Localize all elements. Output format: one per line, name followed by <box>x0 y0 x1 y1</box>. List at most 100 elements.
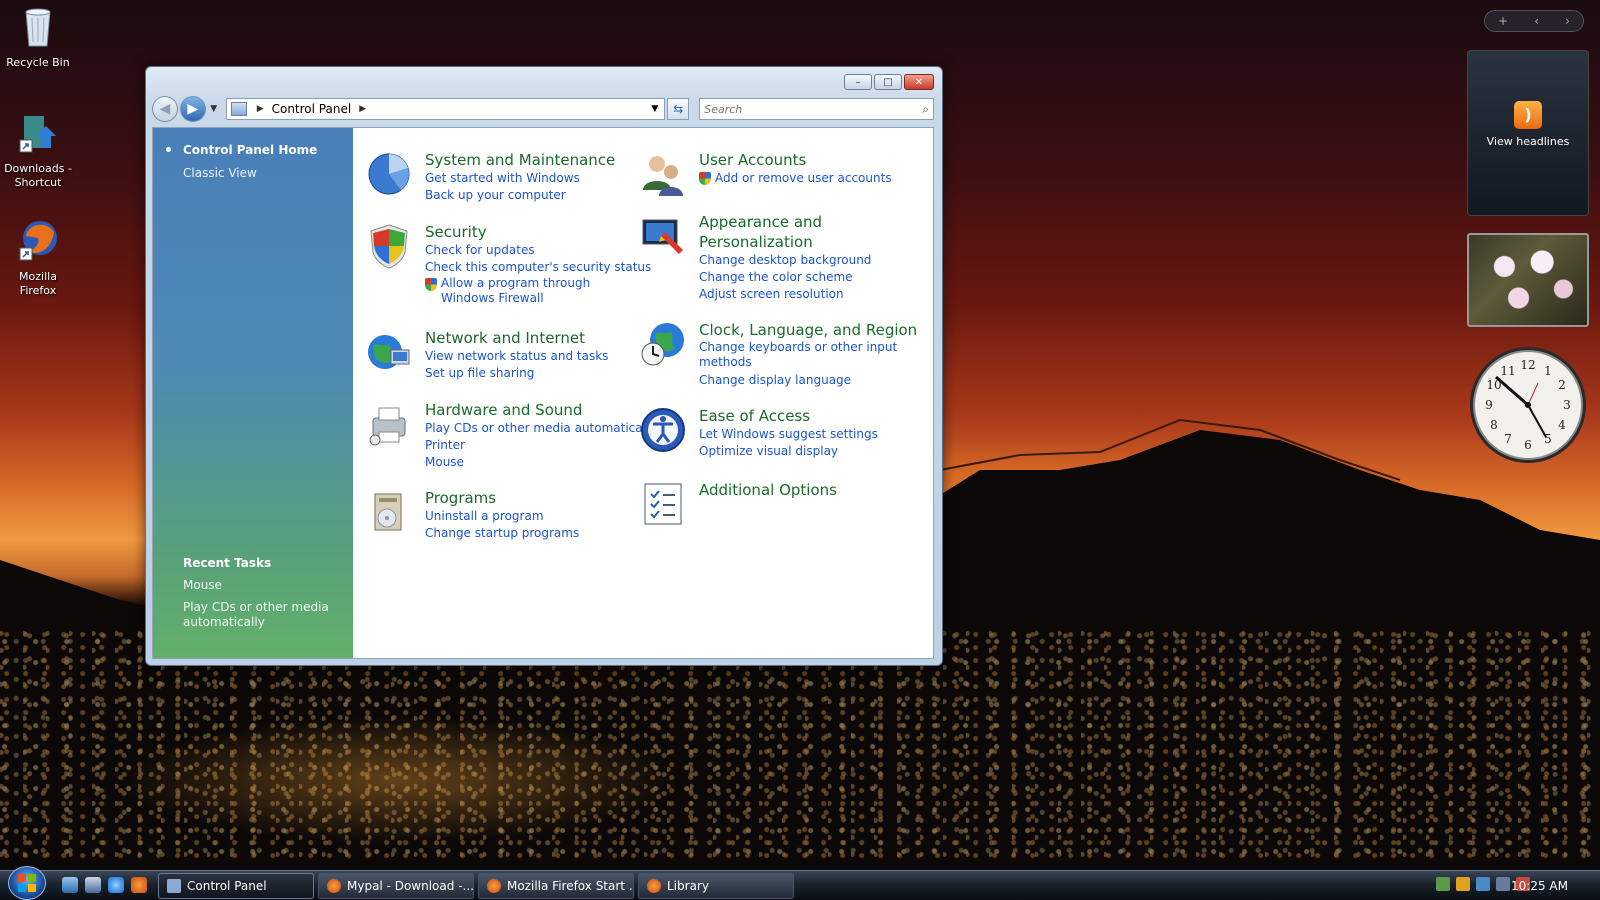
task-library[interactable]: Library <box>638 873 794 899</box>
appearance-icon <box>642 219 683 254</box>
minimize-button[interactable]: – <box>844 74 872 90</box>
category-title[interactable]: System and Maintenance <box>425 150 615 170</box>
recycle-bin-label: Recycle Bin <box>6 56 70 69</box>
category-title[interactable]: Additional Options <box>699 480 837 500</box>
task-label: Mypal - Download -... <box>347 879 474 893</box>
control-panel-home-link[interactable]: Control Panel Home <box>183 143 317 157</box>
link-back-up[interactable]: Back up your computer <box>425 187 580 204</box>
svg-text:6: 6 <box>1524 438 1532 452</box>
link-add-remove-users[interactable]: Add or remove user accounts <box>699 170 892 187</box>
category-title[interactable]: Programs <box>425 488 496 508</box>
recent-task-mouse[interactable]: Mouse <box>183 578 333 593</box>
link-display-language[interactable]: Change display language <box>699 372 909 389</box>
programs-icon <box>374 493 402 531</box>
internet-explorer-icon[interactable] <box>108 877 124 893</box>
link-startup-programs[interactable]: Change startup programs <box>425 525 579 542</box>
refresh-button[interactable]: ⇆ <box>667 98 690 120</box>
link-printer[interactable]: Printer <box>425 437 656 454</box>
link-mouse[interactable]: Mouse <box>425 454 656 471</box>
next-gadgets-button[interactable]: › <box>1565 14 1570 28</box>
firefox-label: Mozilla Firefox <box>19 270 57 297</box>
svg-text:3: 3 <box>1563 398 1571 412</box>
previous-gadgets-button[interactable]: ‹ <box>1534 14 1539 28</box>
recycle-bin-desktop-icon[interactable]: Recycle Bin <box>0 4 76 70</box>
view-headlines-label[interactable]: View headlines <box>1468 135 1588 148</box>
category-title[interactable]: Network and Internet <box>425 328 585 348</box>
address-dropdown-icon[interactable]: ▼ <box>651 104 658 114</box>
link-autoplay[interactable]: Play CDs or other media automatically <box>425 420 656 437</box>
link-file-sharing[interactable]: Set up file sharing <box>425 365 608 382</box>
link-uninstall[interactable]: Uninstall a program <box>425 508 579 525</box>
task-label: Mozilla Firefox Start ... <box>507 879 634 893</box>
category-title[interactable]: Ease of Access <box>699 406 810 426</box>
tray-shield-icon[interactable] <box>1456 877 1470 891</box>
breadcrumb-separator-icon[interactable]: ▶ <box>257 104 264 114</box>
task-firefox-start[interactable]: Mozilla Firefox Start ... <box>478 873 634 899</box>
uac-shield-icon <box>699 172 711 185</box>
uac-shield-icon <box>425 278 437 291</box>
start-button[interactable] <box>8 866 46 900</box>
tray-monitor-icon[interactable] <box>1496 877 1510 891</box>
add-gadget-button[interactable]: + <box>1498 14 1508 28</box>
link-desktop-background[interactable]: Change desktop background <box>699 252 871 269</box>
address-bar[interactable]: ▶ Control Panel ▶ ▼ <box>225 98 666 120</box>
category-title[interactable]: Security <box>425 222 487 242</box>
downloads-shortcut-desktop-icon[interactable]: Downloads - Shortcut <box>0 110 76 190</box>
show-desktop-icon[interactable] <box>62 877 78 893</box>
recycle-bin-icon <box>25 8 51 47</box>
breadcrumb-control-panel[interactable]: Control Panel <box>272 102 352 116</box>
search-icon[interactable]: ⌕ <box>922 102 929 117</box>
printer-icon <box>369 407 406 446</box>
link-suggest-settings[interactable]: Let Windows suggest settings <box>699 426 878 443</box>
control-panel-icon <box>230 102 247 116</box>
selected-bullet-icon <box>166 147 171 152</box>
window-controls: – □ ✕ <box>844 74 934 90</box>
network-globe-icon <box>368 335 410 369</box>
close-button[interactable]: ✕ <box>904 74 934 90</box>
recent-pages-dropdown[interactable]: ▼ <box>208 104 220 114</box>
additional-options-icon <box>644 483 682 525</box>
link-security-status[interactable]: Check this computer's security status <box>425 259 651 276</box>
link-color-scheme[interactable]: Change the color scheme <box>699 269 871 286</box>
category-title[interactable]: Clock, Language, and Region <box>699 320 917 340</box>
link-add-remove-users-text[interactable]: Add or remove user accounts <box>715 170 892 187</box>
clock-gadget[interactable]: 12 12 345 678 91011 <box>1466 343 1590 467</box>
maximize-button[interactable]: □ <box>874 74 902 90</box>
svg-text:4: 4 <box>1558 418 1566 432</box>
feed-headlines-gadget[interactable]: ) View headlines <box>1467 50 1589 216</box>
content-pane: Control Panel Home Classic View Recent T… <box>152 127 934 659</box>
link-check-updates[interactable]: Check for updates <box>425 242 651 259</box>
switch-windows-icon[interactable] <box>85 877 101 893</box>
clock-time[interactable]: 10:25 AM <box>1511 879 1568 893</box>
category-title[interactable]: Appearance and Personalization <box>699 212 849 252</box>
category-title[interactable]: Hardware and Sound <box>425 400 582 420</box>
system-maintenance-icon <box>368 153 410 195</box>
firefox-quicklaunch-icon[interactable] <box>131 877 147 893</box>
category-title[interactable]: User Accounts <box>699 150 806 170</box>
ease-of-access-icon <box>641 408 685 452</box>
slideshow-gadget[interactable] <box>1467 233 1589 327</box>
link-get-started[interactable]: Get started with Windows <box>425 170 580 187</box>
windows-logo-icon <box>18 874 36 892</box>
tray-network-icon[interactable] <box>1476 877 1490 891</box>
task-mypal-download[interactable]: Mypal - Download -... <box>318 873 474 899</box>
link-screen-resolution[interactable]: Adjust screen resolution <box>699 286 871 303</box>
search-input[interactable] <box>704 102 923 116</box>
control-panel-window: – □ ✕ ◀ ▶ ▼ ▶ Control Panel ▶ ▼ ⇆ ⌕ Cont… <box>145 66 943 666</box>
clock-globe-icon <box>641 323 684 366</box>
classic-view-link[interactable]: Classic View <box>183 166 257 180</box>
link-network-status[interactable]: View network status and tasks <box>425 348 608 365</box>
refresh-icon: ⇆ <box>673 102 684 116</box>
link-allow-program-text[interactable]: Allow a program through Windows Firewall <box>441 276 641 306</box>
search-box[interactable]: ⌕ <box>699 98 935 120</box>
firefox-desktop-icon[interactable]: Mozilla Firefox <box>0 218 76 298</box>
task-control-panel[interactable]: Control Panel <box>158 873 314 899</box>
forward-button[interactable]: ▶ <box>179 96 206 122</box>
tray-app-icon[interactable] <box>1436 877 1450 891</box>
link-change-keyboards[interactable]: Change keyboards or other input methods <box>699 340 909 370</box>
link-optimize-display[interactable]: Optimize visual display <box>699 443 878 460</box>
link-allow-program-firewall[interactable]: Allow a program through Windows Firewall <box>425 276 651 306</box>
recent-task-autoplay[interactable]: Play CDs or other media automatically <box>183 600 333 630</box>
back-button[interactable]: ◀ <box>152 96 178 122</box>
breadcrumb-chevron-icon[interactable]: ▶ <box>359 104 366 114</box>
